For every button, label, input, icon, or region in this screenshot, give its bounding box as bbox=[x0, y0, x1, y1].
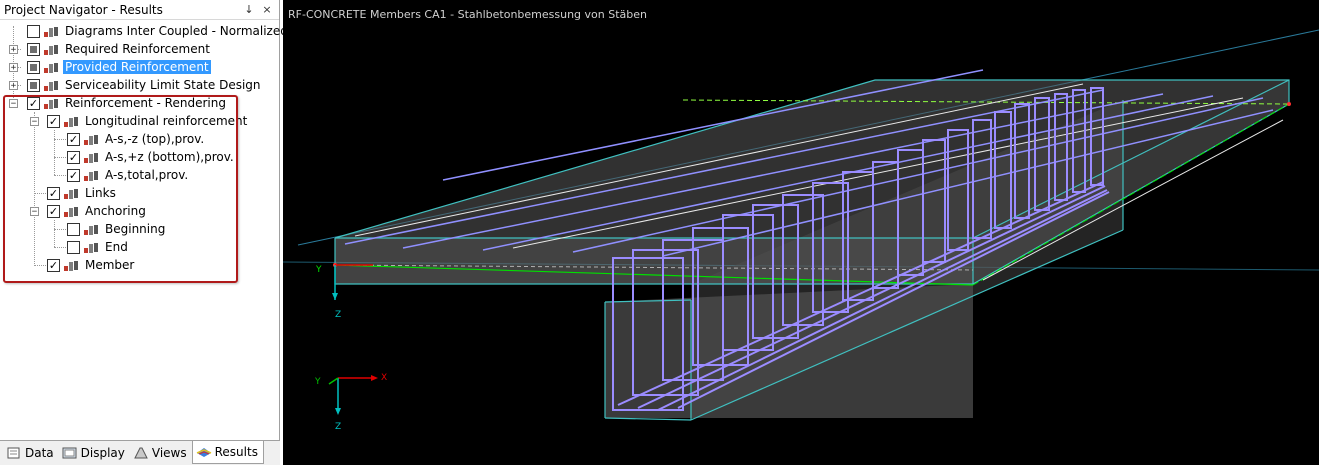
views-icon bbox=[134, 447, 148, 459]
highlight-frame bbox=[3, 95, 238, 283]
member-rendering bbox=[283, 29, 1319, 421]
results-node-icon bbox=[44, 44, 58, 55]
navigator-title: Project Navigator - Results bbox=[4, 2, 163, 17]
tab-label: Views bbox=[151, 446, 187, 460]
graphics-viewport[interactable]: RF-CONCRETE Members CA1 - Stahlbetonbeme… bbox=[283, 0, 1319, 465]
display-icon bbox=[62, 447, 77, 459]
tree-item-provided-reinforcement[interactable]: Provided Reinforcement bbox=[27, 58, 211, 76]
tab-label: Data bbox=[25, 446, 54, 460]
checkbox[interactable] bbox=[27, 60, 40, 74]
navigator-tabs: Data Display Views Results bbox=[0, 440, 280, 465]
expand-toggle[interactable]: + bbox=[9, 45, 18, 55]
tab-data[interactable]: Data bbox=[3, 443, 59, 463]
tree-item-required-reinforcement[interactable]: Required Reinforcement bbox=[27, 40, 212, 58]
checkbox[interactable] bbox=[27, 78, 40, 92]
global-axis-x-label: X bbox=[381, 373, 388, 383]
data-icon bbox=[7, 447, 20, 459]
tree-item-label: Diagrams Inter Coupled - Normalized bbox=[65, 24, 288, 38]
tree-item-serviceability-limit-state[interactable]: Serviceability Limit State Design bbox=[27, 76, 263, 94]
member-axis-z-label: Z bbox=[335, 310, 342, 320]
global-axis-z-label: Z bbox=[335, 422, 342, 432]
global-axis-y-label: Y bbox=[315, 377, 321, 387]
tree-item-label: Serviceability Limit State Design bbox=[65, 78, 261, 92]
tree-item-label: Required Reinforcement bbox=[65, 42, 210, 56]
checkbox[interactable] bbox=[27, 42, 40, 56]
results-icon bbox=[196, 448, 211, 457]
expand-toggle[interactable]: + bbox=[9, 63, 18, 73]
member-axis-y-label: Y bbox=[316, 265, 322, 275]
results-node-icon bbox=[44, 80, 58, 91]
tab-label: Display bbox=[80, 446, 125, 460]
tab-results[interactable]: Results bbox=[191, 441, 264, 464]
checkbox[interactable] bbox=[27, 24, 40, 38]
expand-toggle[interactable]: + bbox=[9, 81, 18, 91]
project-navigator: Project Navigator - Results ↓ × + + + − … bbox=[0, 0, 288, 465]
results-node-icon bbox=[44, 26, 58, 37]
close-icon[interactable]: × bbox=[259, 2, 275, 18]
tab-views[interactable]: Views bbox=[130, 443, 192, 463]
pin-icon[interactable]: ↓ bbox=[241, 2, 257, 18]
tree-item-label: Provided Reinforcement bbox=[63, 60, 211, 74]
tab-label: Results bbox=[214, 445, 258, 459]
tree-item-diagrams-inter-coupled[interactable]: Diagrams Inter Coupled - Normalized bbox=[27, 22, 290, 40]
navigator-header: Project Navigator - Results ↓ × bbox=[0, 0, 279, 20]
tab-display[interactable]: Display bbox=[59, 443, 130, 463]
results-node-icon bbox=[44, 62, 58, 73]
